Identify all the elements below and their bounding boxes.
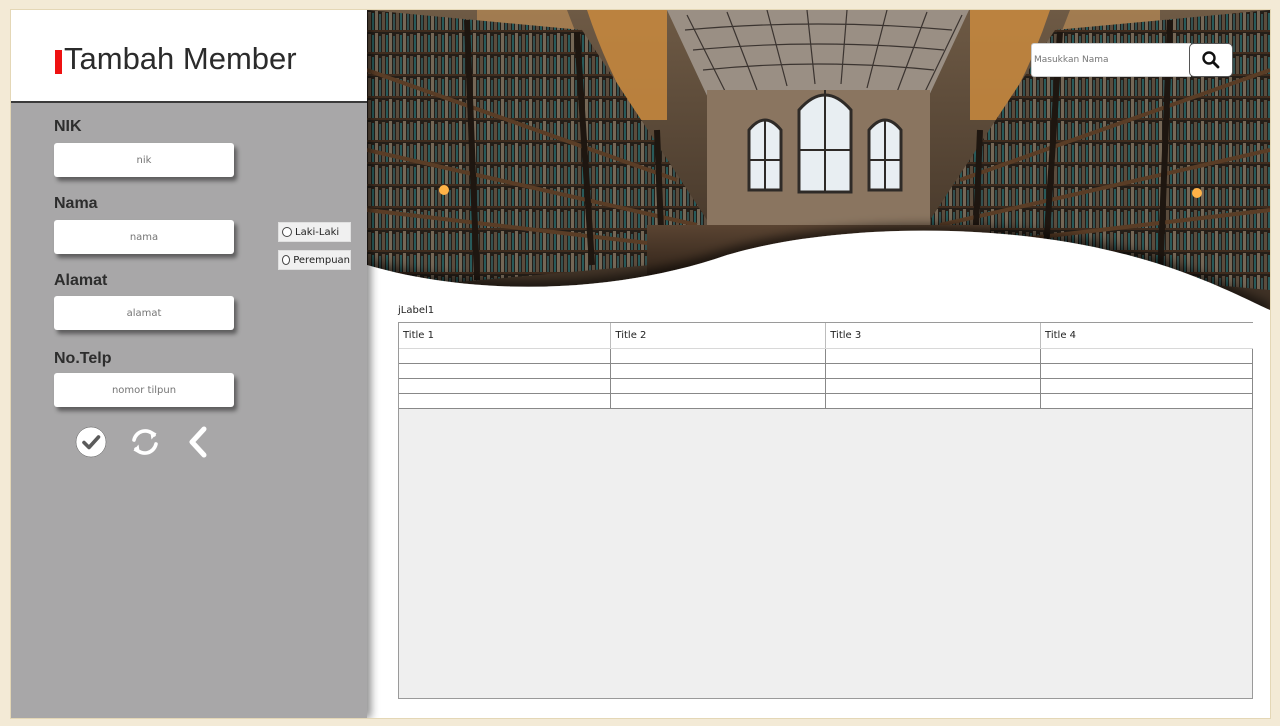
radio-circle-icon [282, 255, 291, 265]
telp-label: No.Telp [54, 350, 112, 367]
app-window: Tambah Member NIK Nama Laki-Laki Perempu… [10, 9, 1271, 719]
radio-circle-icon [282, 227, 292, 237]
search-icon [1202, 51, 1220, 69]
jlabel1: jLabel1 [398, 305, 435, 316]
table-cell[interactable] [399, 363, 612, 379]
reset-button[interactable] [127, 424, 163, 460]
table-cell[interactable] [825, 363, 1042, 379]
back-button[interactable] [181, 424, 217, 460]
nik-label: NIK [54, 118, 82, 135]
table-cell[interactable] [610, 393, 827, 409]
refresh-icon [132, 429, 158, 455]
sidebar-header: Tambah Member [11, 10, 367, 103]
table-row[interactable] [399, 363, 1253, 379]
save-button[interactable] [73, 424, 109, 460]
table-header[interactable]: Title 3 [825, 323, 1042, 349]
radio-perempuan[interactable]: Perempuan [278, 250, 351, 270]
table-row[interactable] [399, 378, 1253, 394]
table-cell[interactable] [399, 348, 612, 364]
table-header[interactable]: Title 2 [610, 323, 827, 349]
table-row[interactable] [399, 393, 1253, 409]
radio-laki-laki-label: Laki-Laki [295, 226, 340, 238]
table-cell[interactable] [1040, 363, 1253, 379]
table-cell[interactable] [610, 348, 827, 364]
table-row[interactable] [399, 348, 1253, 364]
telp-input[interactable] [54, 373, 234, 407]
radio-perempuan-label: Perempuan [293, 254, 350, 266]
table-header-row: Title 1 Title 2 Title 3 Title 4 [399, 323, 1253, 349]
nik-input[interactable] [54, 143, 234, 177]
alamat-label: Alamat [54, 272, 108, 289]
table-cell[interactable] [610, 363, 827, 379]
search-input[interactable] [1031, 43, 1191, 77]
table-header[interactable]: Title 4 [1040, 323, 1253, 349]
table-cell[interactable] [399, 378, 612, 394]
page-title: Tambah Member [64, 41, 297, 76]
alamat-input[interactable] [54, 296, 234, 330]
table-cell[interactable] [825, 393, 1042, 409]
table-cell[interactable] [610, 378, 827, 394]
table-cell[interactable] [1040, 378, 1253, 394]
table-cell[interactable] [825, 348, 1042, 364]
table-header[interactable]: Title 1 [399, 323, 612, 349]
table-cell[interactable] [825, 378, 1042, 394]
title-accent-bar [55, 50, 62, 74]
nama-label: Nama [54, 195, 98, 212]
nama-input[interactable] [54, 220, 234, 254]
table-cell[interactable] [1040, 348, 1253, 364]
radio-laki-laki[interactable]: Laki-Laki [278, 222, 351, 242]
table-cell[interactable] [1040, 393, 1253, 409]
sidebar: Tambah Member NIK Nama Laki-Laki Perempu… [11, 10, 367, 718]
chevron-left-icon [189, 426, 207, 458]
member-table-scrollpane[interactable]: Title 1 Title 2 Title 3 Title 4 [398, 322, 1253, 699]
table-cell[interactable] [399, 393, 612, 409]
search-button[interactable] [1189, 43, 1233, 77]
member-table[interactable]: Title 1 Title 2 Title 3 Title 4 [399, 323, 1253, 409]
check-circle-icon [75, 426, 107, 458]
